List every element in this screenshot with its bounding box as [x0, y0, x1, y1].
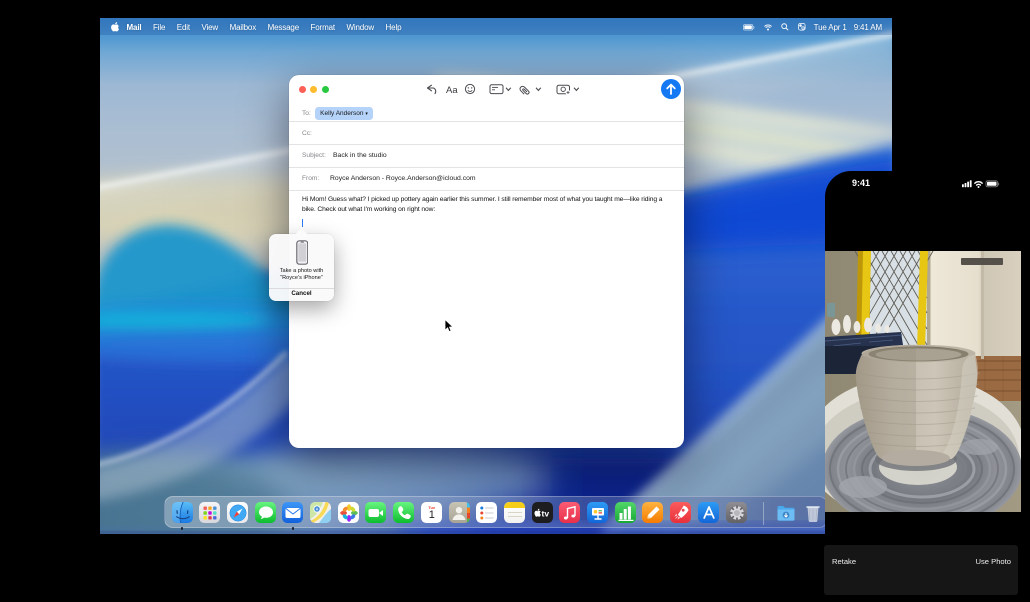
svg-text:Aa: Aa: [446, 85, 458, 96]
svg-text:tv: tv: [541, 509, 549, 519]
